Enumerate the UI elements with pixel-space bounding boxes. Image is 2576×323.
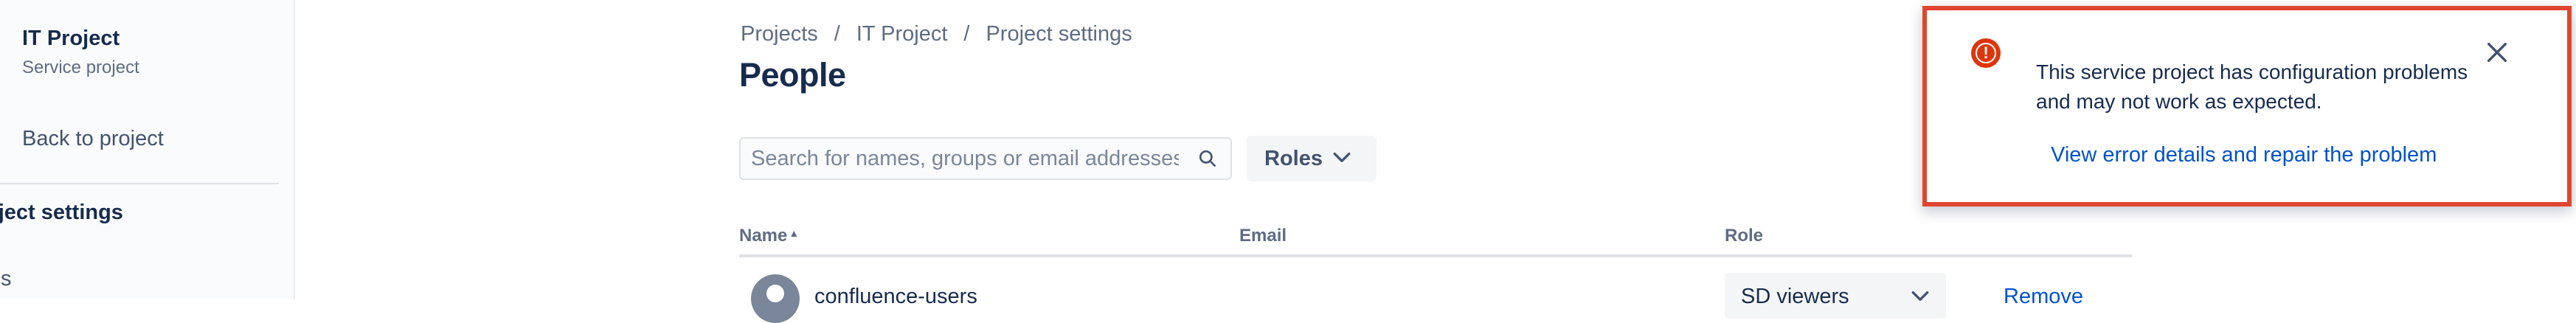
- breadcrumb-it-project[interactable]: IT Project: [856, 22, 948, 46]
- row-name: confluence-users: [814, 285, 977, 308]
- chevron-down-icon: [1911, 291, 1929, 301]
- error-icon: !: [1971, 38, 2001, 68]
- role-select[interactable]: SD viewers: [1725, 273, 1946, 319]
- sort-ascending-icon: ▲: [789, 227, 800, 239]
- flag-message: This service project has configuration p…: [2036, 60, 2468, 113]
- search-input[interactable]: [751, 139, 1179, 178]
- search-icon[interactable]: [1198, 149, 1217, 168]
- role-select-value: SD viewers: [1741, 285, 1849, 308]
- column-header-name[interactable]: Name ▲: [739, 226, 799, 246]
- avatar: [751, 274, 800, 323]
- sidebar-divider: [0, 183, 279, 184]
- repair-problem-link[interactable]: View error details and repair the proble…: [2051, 143, 2437, 167]
- project-type: Service project: [22, 58, 139, 77]
- search-field[interactable]: [739, 137, 1232, 180]
- column-header-role[interactable]: Role: [1725, 226, 1763, 246]
- table-header-divider: [739, 254, 2132, 257]
- chevron-down-icon: [1333, 152, 1351, 162]
- remove-button[interactable]: Remove: [2004, 285, 2083, 309]
- page-title: People: [739, 56, 846, 94]
- back-to-project-link[interactable]: Back to project: [22, 127, 164, 151]
- breadcrumb: Projects / IT Project / Project settings: [741, 22, 1132, 46]
- roles-filter-button[interactable]: Roles: [1247, 136, 1377, 181]
- breadcrumb-projects[interactable]: Projects: [741, 22, 818, 46]
- close-icon[interactable]: [2485, 40, 2510, 65]
- error-flag: ! This service project has configuration…: [1922, 6, 2572, 206]
- column-header-email[interactable]: Email: [1239, 226, 1287, 246]
- sidebar-item-details[interactable]: ails: [0, 267, 12, 291]
- project-name: IT Project: [22, 27, 120, 50]
- breadcrumb-project-settings[interactable]: Project settings: [986, 22, 1132, 46]
- sidebar: IT Project Service project Back to proje…: [0, 0, 295, 299]
- column-header-name-label: Name: [739, 226, 788, 246]
- breadcrumb-separator: /: [834, 22, 840, 46]
- roles-filter-label: Roles: [1264, 146, 1323, 170]
- breadcrumb-separator: /: [963, 22, 970, 46]
- sidebar-section-title: oject settings: [0, 201, 123, 224]
